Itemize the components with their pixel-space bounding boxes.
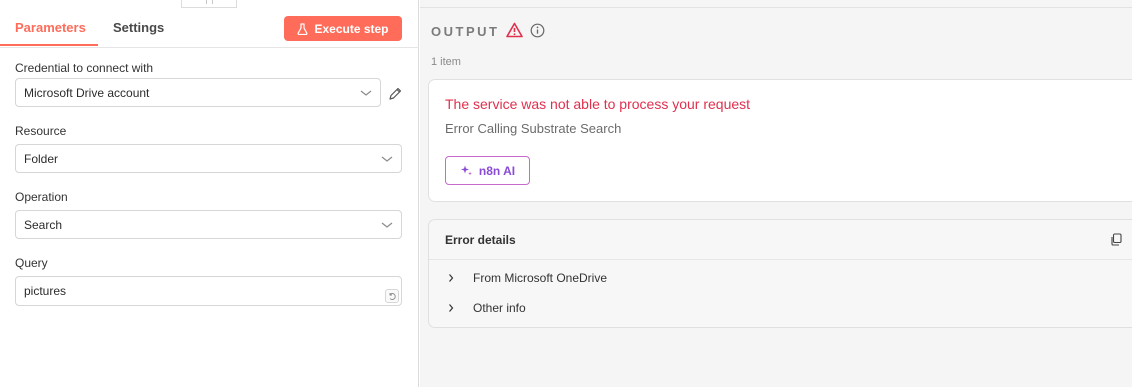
resource-value: Folder <box>24 151 59 166</box>
credential-select[interactable]: Microsoft Drive account <box>15 78 381 107</box>
chevron-down-icon <box>381 222 393 228</box>
resource-select[interactable]: Folder <box>15 144 402 173</box>
output-panel: OUTPUT 1 item The service was not able t… <box>420 0 1132 387</box>
execute-step-button[interactable]: Execute step <box>284 16 402 41</box>
operation-value: Search <box>24 217 63 232</box>
output-title: OUTPUT <box>431 24 500 39</box>
active-tab-indicator <box>0 44 98 46</box>
error-subtitle: Error Calling Substrate Search <box>445 121 622 136</box>
chevron-right-icon <box>449 304 454 312</box>
beaker-icon <box>297 22 308 35</box>
resource-label: Resource <box>15 124 67 138</box>
divider <box>420 7 1132 8</box>
items-count: 1 item <box>431 56 461 68</box>
parameters-panel: Parameters Settings Execute step Credent… <box>0 0 419 387</box>
detail-row-other-info[interactable]: Other info <box>445 299 526 317</box>
query-value: pictures <box>24 284 67 298</box>
operation-select[interactable]: Search <box>15 210 402 239</box>
query-input[interactable]: pictures <box>15 276 402 306</box>
chevron-right-icon <box>449 274 454 282</box>
warning-icon <box>506 22 523 38</box>
tab-parameters[interactable]: Parameters <box>15 20 86 35</box>
error-card: The service was not able to process your… <box>428 79 1132 202</box>
credential-value: Microsoft Drive account <box>24 85 150 100</box>
chevron-down-icon <box>381 156 393 162</box>
panel-drag-handle[interactable] <box>181 0 237 8</box>
n8n-ai-label: n8n AI <box>478 163 516 178</box>
query-label: Query <box>15 256 48 270</box>
error-details-card: Error details From Microsoft OneDrive Ot… <box>428 219 1132 328</box>
detail-row-label: From Microsoft OneDrive <box>473 271 608 285</box>
copy-icon[interactable] <box>1110 233 1123 246</box>
error-details-header: Error details <box>429 220 1132 260</box>
detail-row-onedrive[interactable]: From Microsoft OneDrive <box>445 269 607 287</box>
pencil-icon[interactable] <box>387 86 403 102</box>
n8n-ai-button[interactable]: n8n AI <box>445 156 530 185</box>
detail-row-label: Other info <box>473 301 526 315</box>
operation-label: Operation <box>15 190 68 204</box>
tab-settings[interactable]: Settings <box>113 20 164 35</box>
credential-label: Credential to connect with <box>15 61 154 75</box>
sparkle-icon <box>460 165 472 176</box>
info-icon[interactable] <box>530 23 545 38</box>
error-details-title: Error details <box>445 233 516 247</box>
expression-icon[interactable] <box>385 289 399 303</box>
execute-step-label: Execute step <box>314 21 389 36</box>
error-title: The service was not able to process your… <box>445 96 751 112</box>
chevron-down-icon <box>360 90 372 96</box>
